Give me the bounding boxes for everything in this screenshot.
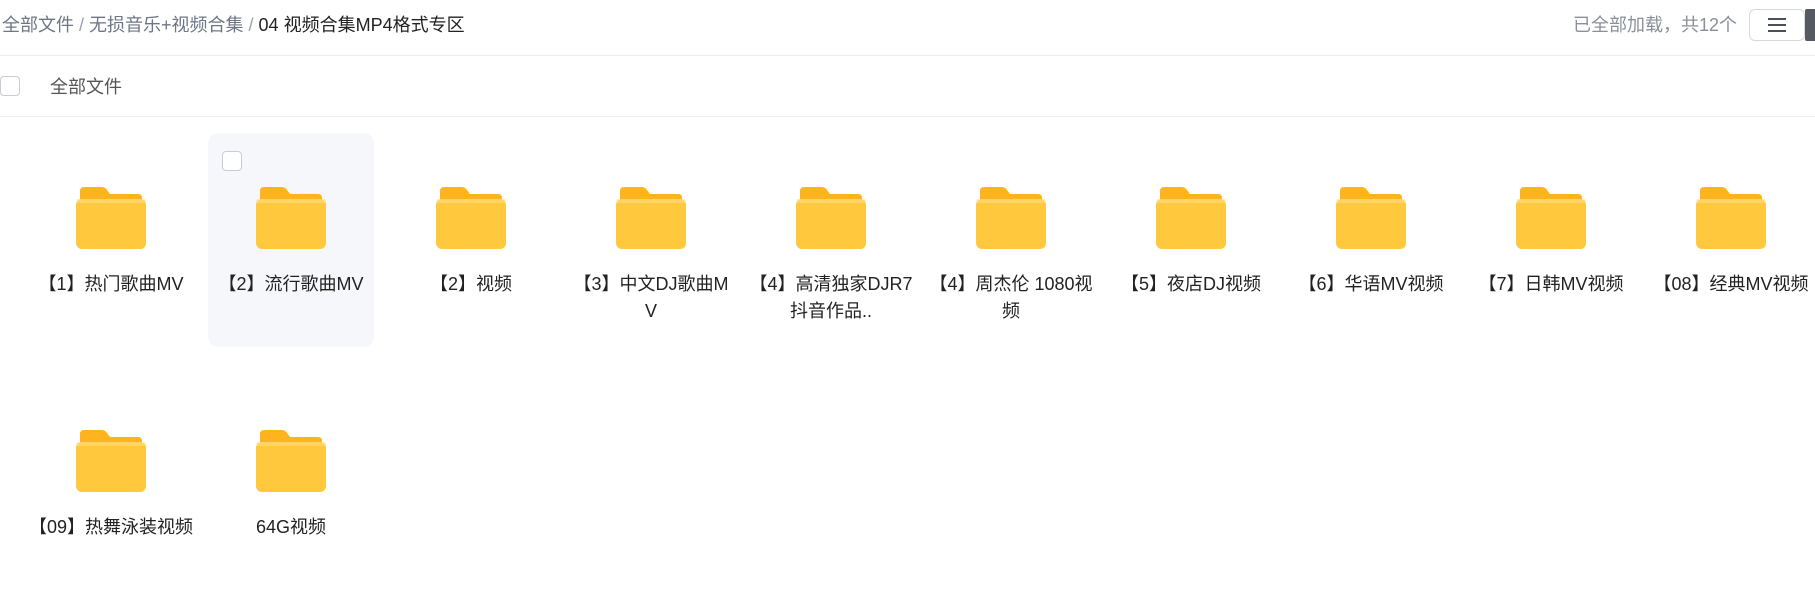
folder-item[interactable]: 【4】高清独家DJR7抖音作品.. [748,133,914,347]
folder-name: 64G视频 [255,517,327,537]
folder-name: 【7】日韩MV视频 [1478,274,1624,294]
folder-icon [1696,187,1766,249]
folder-name: 【3】中文DJ歌曲MV [573,274,729,321]
folder-icon [1156,187,1226,249]
folder-name: 【4】高清独家DJR7抖音作品.. [749,274,913,321]
folder-item[interactable]: 【1】热门歌曲MV [28,133,194,347]
folder-icon [256,187,326,249]
folder-item[interactable]: 【3】中文DJ歌曲MV [568,133,734,347]
folder-name: 【2】视频 [429,274,512,294]
folder-name: 【2】流行歌曲MV [218,274,364,294]
folder-name: 【6】华语MV视频 [1298,274,1444,294]
folder-grid: 【1】热门歌曲MV 【2】流行歌曲MV 【2】视频 【3】中文DJ歌曲MV 【4】高清独… [0,0,1815,587]
folder-name: 【08】经典MV视频 [1653,274,1809,294]
folder-name: 【5】夜店DJ视频 [1120,274,1261,294]
folder-name: 【09】热舞泳装视频 [28,517,194,537]
folder-item[interactable]: 【2】流行歌曲MV [208,133,374,347]
folder-item[interactable]: 64G视频 [208,376,374,590]
folder-icon [1516,187,1586,249]
folder-icon [76,187,146,249]
folder-icon [976,187,1046,249]
folder-name: 【4】周杰伦 1080视频 [929,274,1093,321]
folder-icon [256,430,326,492]
folder-item[interactable]: 【6】华语MV视频 [1288,133,1454,347]
folder-item[interactable]: 【5】夜店DJ视频 [1108,133,1274,347]
folder-item[interactable]: 【4】周杰伦 1080视频 [928,133,1094,347]
folder-icon [76,430,146,492]
folder-icon [1336,187,1406,249]
folder-item[interactable]: 【2】视频 [388,133,554,347]
folder-icon [796,187,866,249]
folder-icon [436,187,506,249]
folder-name: 【1】热门歌曲MV [38,274,184,294]
folder-item[interactable]: 【09】热舞泳装视频 [28,376,194,590]
folder-select-checkbox[interactable] [222,151,242,171]
folder-item[interactable]: 【08】经典MV视频 [1648,133,1814,347]
folder-item[interactable]: 【7】日韩MV视频 [1468,133,1634,347]
folder-icon [616,187,686,249]
